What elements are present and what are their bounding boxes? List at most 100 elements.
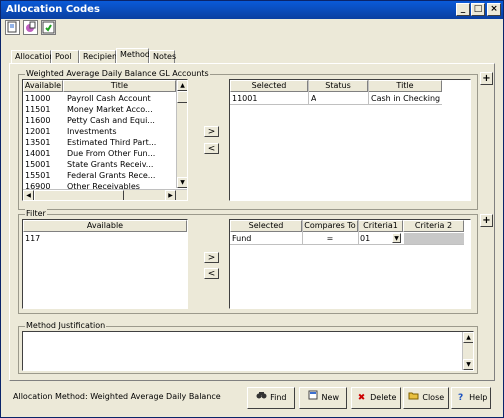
toolbar xyxy=(1,19,503,37)
tab-recipient[interactable]: Recipient xyxy=(79,50,120,64)
help-button-label: Help xyxy=(469,393,488,402)
method-tab-panel: Weighted Average Daily Balance GL Accoun… xyxy=(9,63,495,381)
selected-title-column-header[interactable]: Title xyxy=(368,80,442,92)
selected-column-header[interactable]: Selected xyxy=(230,80,308,92)
account-code[interactable]: 15001 xyxy=(25,159,50,170)
vertical-scrollbar[interactable]: ▲ ▼ xyxy=(176,80,187,188)
justification-scrollbar[interactable]: ▲ ▼ xyxy=(462,332,473,370)
horizontal-scroll-thumb[interactable] xyxy=(34,190,124,200)
account-code[interactable]: 11501 xyxy=(25,104,50,115)
account-title[interactable]: Money Market Acco... xyxy=(67,104,175,115)
copy-record-icon[interactable] xyxy=(23,20,38,35)
criteria1-value[interactable]: 01 xyxy=(360,233,391,244)
criteria2-header[interactable]: Criteria 2 xyxy=(403,220,464,232)
new-button[interactable]: New xyxy=(299,387,347,409)
allocation-method-status: Allocation Method: Weighted Average Dail… xyxy=(13,392,221,401)
criteria1-dropdown-icon[interactable]: ▼ xyxy=(392,233,401,243)
new-record-icon[interactable] xyxy=(5,20,20,35)
find-button[interactable]: Find xyxy=(247,387,295,409)
criteria1-header[interactable]: Criteria1 xyxy=(358,220,403,232)
title-bar[interactable]: Allocation Codes _ □ × xyxy=(1,1,503,19)
scroll-down-arrow-icon[interactable]: ▼ xyxy=(463,359,473,370)
selected-account-code[interactable]: 11001 xyxy=(232,93,257,104)
account-title[interactable]: Federal Grants Rece... xyxy=(67,170,175,181)
scroll-down-arrow-icon[interactable]: ▼ xyxy=(177,177,187,188)
filter-available-header[interactable]: Available xyxy=(23,220,187,232)
horizontal-scrollbar[interactable]: ◀ ▶ xyxy=(23,189,187,200)
export-icon[interactable] xyxy=(41,20,56,35)
find-button-label: Find xyxy=(270,393,287,402)
close-button-label: Close xyxy=(422,393,445,402)
account-code[interactable]: 14001 xyxy=(25,148,50,159)
new-document-icon xyxy=(307,388,319,408)
account-title[interactable]: Due From Other Fun... xyxy=(67,148,175,159)
justification-textarea[interactable]: ▲ ▼ xyxy=(22,331,474,371)
tab-method[interactable]: Method xyxy=(116,48,150,64)
compares-to-header[interactable]: Compares To xyxy=(302,220,358,232)
criteria2-value[interactable] xyxy=(404,233,464,244)
accounts-group: Weighted Average Daily Balance GL Accoun… xyxy=(18,69,478,210)
scroll-up-arrow-icon[interactable]: ▲ xyxy=(177,80,187,91)
account-title[interactable]: Investments xyxy=(67,126,175,137)
add-filter-plus-button[interactable]: + xyxy=(480,214,493,227)
column-divider xyxy=(358,220,359,244)
justification-group: Method Justification ▲ ▼ xyxy=(18,321,478,374)
filter-available-item[interactable]: 117 xyxy=(25,233,40,244)
add-filter-button[interactable]: > xyxy=(204,252,219,263)
new-button-label: New xyxy=(321,393,339,402)
account-title[interactable]: Petty Cash and Equi... xyxy=(67,115,175,126)
accounts-group-label: Weighted Average Daily Balance GL Accoun… xyxy=(25,69,210,79)
filter-group: Filter Available 117 > < Selected Compar… xyxy=(18,209,478,314)
filter-selected-header[interactable]: Selected xyxy=(230,220,302,232)
filter-available-grid[interactable]: Available 117 xyxy=(22,219,188,309)
delete-button[interactable]: ✖ Delete xyxy=(351,387,401,409)
filter-field[interactable]: Fund xyxy=(232,233,251,244)
tab-notes[interactable]: Notes xyxy=(149,50,176,64)
scroll-up-arrow-icon[interactable]: ▲ xyxy=(463,332,473,343)
filter-operator[interactable]: = xyxy=(302,233,358,244)
add-account-button[interactable]: > xyxy=(204,126,219,137)
account-code[interactable]: 12001 xyxy=(25,126,50,137)
column-divider xyxy=(302,220,303,244)
selected-account-title[interactable]: Cash in Checking xyxy=(371,93,440,104)
available-column-header[interactable]: Available xyxy=(23,80,63,92)
filter-group-label: Filter xyxy=(25,209,47,219)
account-code[interactable]: 13501 xyxy=(25,137,50,148)
account-title[interactable]: State Grants Receiv... xyxy=(67,159,175,170)
account-code[interactable]: 11600 xyxy=(25,115,50,126)
allocation-codes-window: Allocation Codes _ □ × Allocation Pool R… xyxy=(0,0,504,418)
status-bar: Allocation Method: Weighted Average Dail… xyxy=(9,385,495,411)
folder-close-icon xyxy=(408,388,420,408)
selected-accounts-grid[interactable]: Selected Status Title 11001 A Cash in Ch… xyxy=(229,79,471,201)
window-title: Allocation Codes xyxy=(6,4,100,15)
tab-allocation[interactable]: Allocation xyxy=(11,50,54,64)
title-column-header[interactable]: Title xyxy=(63,80,176,92)
remove-filter-button[interactable]: < xyxy=(204,268,219,279)
remove-account-button[interactable]: < xyxy=(204,143,219,154)
scroll-thumb[interactable] xyxy=(177,91,187,103)
delete-x-icon: ✖ xyxy=(357,393,366,403)
binoculars-icon xyxy=(256,388,268,408)
filter-selected-grid[interactable]: Selected Compares To Criteria1 Criteria … xyxy=(229,219,471,309)
account-code[interactable]: 11000 xyxy=(25,93,50,104)
scroll-right-arrow-icon[interactable]: ▶ xyxy=(165,190,176,200)
account-title[interactable]: Estimated Third Part... xyxy=(67,137,175,148)
help-button[interactable]: ? Help xyxy=(451,387,491,409)
column-divider xyxy=(368,80,369,104)
close-button[interactable]: Close xyxy=(403,387,449,409)
add-accounts-plus-button[interactable]: + xyxy=(480,72,493,85)
row-divider xyxy=(230,244,464,245)
account-code[interactable]: 15501 xyxy=(25,170,50,181)
minimize-button[interactable]: _ xyxy=(456,3,470,16)
available-accounts-grid[interactable]: Available Title 11000 Payroll Cash Accou… xyxy=(22,79,188,201)
maximize-button[interactable]: □ xyxy=(471,3,485,16)
selected-account-status[interactable]: A xyxy=(311,93,316,104)
column-divider xyxy=(308,80,309,104)
status-column-header[interactable]: Status xyxy=(308,80,368,92)
close-window-button[interactable]: × xyxy=(487,3,501,16)
tab-pool[interactable]: Pool xyxy=(51,50,79,64)
account-title[interactable]: Payroll Cash Account xyxy=(67,93,175,104)
scroll-left-arrow-icon[interactable]: ◀ xyxy=(23,190,34,200)
help-icon: ? xyxy=(457,393,464,403)
delete-button-label: Delete xyxy=(370,393,397,402)
